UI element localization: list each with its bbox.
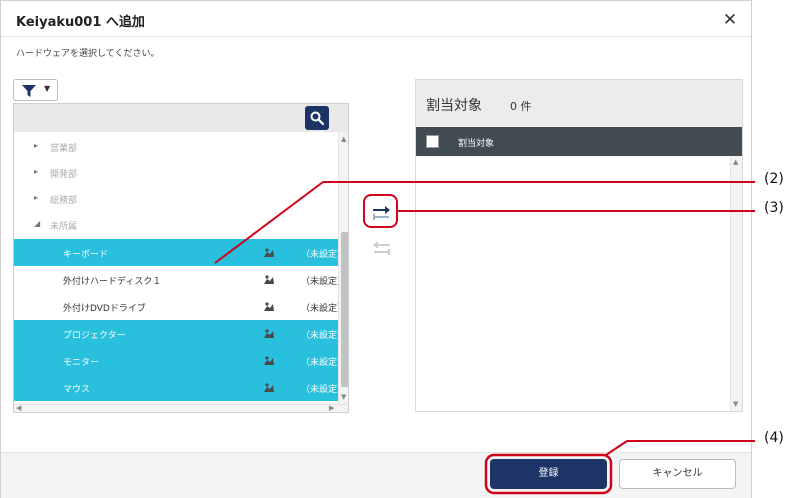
chevron-down-icon: ▼ — [44, 84, 51, 93]
hardware-icon — [264, 302, 274, 311]
hardware-icon — [264, 275, 274, 284]
tree-item-label: 外付けDVDドライブ — [63, 304, 146, 314]
callout-label-2: (2) — [764, 171, 784, 187]
register-button[interactable]: 登録 — [490, 459, 607, 489]
tree-vertical-scrollbar[interactable]: ▲ ▼ — [338, 132, 348, 404]
tree-item-label: 外付けハードディスク１ — [63, 277, 162, 287]
tree-item-keyboard[interactable]: キーボード （未設定） — [14, 239, 346, 266]
caret-right-icon[interactable]: ▸ — [34, 141, 38, 150]
assigned-table-header: 割当対象 — [416, 127, 742, 156]
tree-item-external-hdd[interactable]: 外付けハードディスク１ （未設定） — [14, 266, 346, 293]
assigned-panel-title: 割当対象 — [426, 98, 482, 114]
tree-item-external-dvd[interactable]: 外付けDVDドライブ （未設定） — [14, 293, 346, 320]
tree-item-label: キーボード — [63, 250, 109, 260]
tree-group-label: 総務部 — [50, 196, 78, 206]
transfer-left-icon — [373, 241, 390, 255]
assigned-panel: 割当対象 0 件 割当対象 ▲ ▼ — [415, 79, 743, 412]
search-icon — [310, 111, 324, 125]
filter-icon — [22, 85, 36, 97]
scroll-down-icon[interactable]: ▼ — [341, 393, 346, 401]
tree-group-general-affairs[interactable]: ▸ 総務部 — [14, 186, 338, 212]
tree-item-mouse[interactable]: マウス （未設定） — [14, 374, 346, 401]
callout-label-3: (3) — [764, 200, 784, 216]
hardware-icon — [264, 329, 274, 338]
hardware-icon — [264, 383, 274, 392]
assigned-table-body — [416, 156, 730, 411]
add-hardware-dialog: Keiyaku001 へ追加 ✕ ハードウェアを選択してください。 ▼ ▸ 営業… — [0, 0, 752, 498]
tree-item-projector[interactable]: プロジェクター （未設定） — [14, 320, 346, 347]
scroll-up-icon[interactable]: ▲ — [733, 158, 738, 166]
transfer-right-icon — [373, 206, 390, 220]
scroll-thumb[interactable] — [341, 232, 348, 387]
close-button[interactable]: ✕ — [717, 7, 743, 33]
tree-group-unassigned[interactable]: ◢ 未所属 — [14, 212, 338, 238]
callout-label-4: (4) — [764, 430, 784, 446]
caret-right-icon[interactable]: ▸ — [34, 193, 38, 202]
dialog-titlebar: Keiyaku001 へ追加 ✕ — [1, 1, 751, 37]
assigned-count: 0 件 — [510, 100, 532, 113]
tree-group-label: 営業部 — [50, 144, 78, 154]
search-button[interactable] — [305, 106, 329, 130]
select-all-checkbox[interactable] — [426, 135, 439, 148]
instruction-text: ハードウェアを選択してください。 — [16, 49, 160, 59]
tree-horizontal-scrollbar[interactable]: ◀ ▶ — [14, 404, 348, 412]
tree-group-sales[interactable]: ▸ 営業部 — [14, 134, 338, 160]
hardware-icon — [264, 248, 274, 257]
caret-right-icon[interactable]: ▸ — [34, 167, 38, 176]
tree-item-monitor[interactable]: モニター （未設定） — [14, 347, 346, 374]
assigned-vertical-scrollbar[interactable]: ▲ ▼ — [730, 156, 742, 411]
scroll-down-icon[interactable]: ▼ — [733, 400, 738, 408]
scroll-up-icon[interactable]: ▲ — [341, 135, 346, 143]
dialog-title: Keiyaku001 へ追加 — [16, 15, 145, 30]
scroll-right-icon[interactable]: ▶ — [329, 404, 334, 412]
scroll-left-icon[interactable]: ◀ — [16, 404, 21, 412]
search-bar — [14, 104, 348, 132]
add-to-assigned-button[interactable] — [368, 200, 395, 227]
hardware-icon — [264, 356, 274, 365]
hardware-tree-panel: ▸ 営業部 ▸ 開発部 ▸ 総務部 ◢ 未所属 キーボード （未設定） 外付けハ — [13, 103, 349, 413]
filter-button[interactable]: ▼ — [13, 79, 58, 101]
caret-down-icon[interactable]: ◢ — [34, 219, 40, 228]
remove-from-assigned-button[interactable] — [368, 237, 395, 259]
tree-group-label: 未所属 — [50, 222, 78, 232]
tree-item-label: プロジェクター — [63, 331, 126, 341]
tree-item-label: マウス — [63, 385, 91, 395]
close-icon: ✕ — [722, 10, 738, 30]
cancel-button[interactable]: キャンセル — [619, 459, 736, 489]
tree-group-dev[interactable]: ▸ 開発部 — [14, 160, 338, 186]
tree-item-label: モニター — [63, 358, 100, 368]
column-header-assigned: 割当対象 — [458, 139, 495, 149]
tree-group-label: 開発部 — [50, 170, 78, 180]
